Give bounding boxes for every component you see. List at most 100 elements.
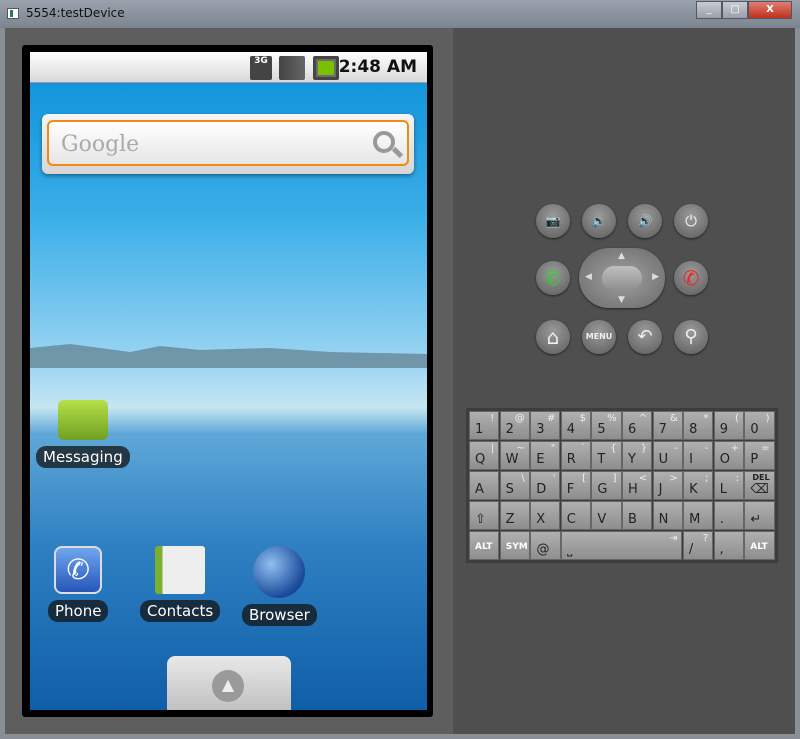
home-button[interactable]: ⌂ bbox=[536, 320, 570, 354]
key[interactable]: 7 & bbox=[652, 411, 683, 440]
key[interactable]: Z bbox=[499, 501, 530, 530]
key-label: R bbox=[566, 452, 576, 467]
key[interactable]: G] bbox=[591, 471, 622, 500]
key-alt-label: : bbox=[735, 473, 739, 484]
contacts-icon bbox=[155, 546, 206, 594]
key[interactable]: @ bbox=[530, 531, 561, 560]
key[interactable]: 9( bbox=[713, 411, 744, 440]
key-label: ALT bbox=[750, 542, 768, 552]
search-button[interactable]: ⚲ bbox=[674, 320, 708, 354]
app-label: Browser bbox=[242, 604, 317, 626]
keyboard-row: ALT SYM @ ⎵ ⇥ /?, ALT bbox=[469, 531, 775, 561]
key[interactable]: S \ bbox=[499, 471, 530, 500]
key-label: ALT bbox=[475, 542, 493, 552]
key[interactable]: A bbox=[469, 471, 500, 500]
power-button[interactable]: ⏻ bbox=[674, 204, 708, 238]
key[interactable]: V bbox=[591, 501, 622, 530]
device-screen[interactable]: 3G 2:48 AM Google Messaging ✆ Phone Cont… bbox=[30, 52, 427, 710]
back-button[interactable]: ↶ bbox=[628, 320, 662, 354]
key[interactable]: M bbox=[683, 501, 714, 530]
key[interactable]: /? bbox=[682, 531, 714, 560]
key[interactable]: , bbox=[713, 531, 744, 560]
volume-up-button[interactable]: 🔊 bbox=[628, 204, 662, 238]
key[interactable]: ⇧ bbox=[469, 501, 500, 530]
key[interactable]: ALT bbox=[744, 531, 775, 560]
status-bar[interactable]: 3G 2:48 AM bbox=[30, 52, 427, 83]
key-alt-label: * bbox=[703, 413, 709, 424]
key-label: L bbox=[719, 482, 727, 497]
key-label: D bbox=[536, 482, 547, 497]
key[interactable]: O + bbox=[713, 441, 744, 470]
key[interactable]: 2 @ bbox=[499, 411, 530, 440]
key[interactable]: Q | bbox=[469, 441, 500, 470]
key-label: U bbox=[658, 452, 669, 467]
key-label: 3 bbox=[536, 422, 545, 437]
key[interactable]: P = bbox=[744, 441, 775, 470]
dpad-right[interactable]: ▶ bbox=[652, 272, 659, 282]
key-alt-label: { bbox=[610, 443, 617, 454]
key[interactable]: N bbox=[652, 501, 683, 530]
key[interactable]: 6 ^ bbox=[621, 411, 653, 440]
key[interactable]: ⎵ ⇥ bbox=[561, 531, 683, 560]
key[interactable]: H < bbox=[621, 471, 653, 500]
key-alt-label: # bbox=[547, 413, 556, 424]
key[interactable]: ⌫ DEL bbox=[744, 471, 775, 500]
end-call-button[interactable]: ✆ bbox=[674, 261, 708, 295]
dpad[interactable]: ▲ ▼ ◀ ▶ bbox=[579, 248, 665, 308]
key[interactable]: E " bbox=[530, 441, 561, 470]
app-phone[interactable]: ✆ Phone bbox=[48, 546, 109, 622]
app-label: Phone bbox=[48, 600, 109, 622]
key[interactable]: B bbox=[621, 501, 653, 530]
app-messaging[interactable]: Messaging bbox=[36, 400, 130, 468]
key[interactable]: T{ bbox=[591, 441, 622, 470]
app-browser[interactable]: Browser bbox=[242, 546, 317, 626]
key-label: Z bbox=[505, 512, 515, 527]
key[interactable]: 3 # bbox=[530, 411, 561, 440]
key-alt-label: ; bbox=[704, 473, 709, 484]
volume-down-button[interactable]: 🔉 bbox=[582, 204, 616, 238]
key[interactable]: U- bbox=[652, 441, 683, 470]
app-drawer-handle[interactable]: ▲ bbox=[167, 656, 291, 710]
key[interactable]: SYM bbox=[499, 531, 531, 560]
minimize-button[interactable]: _ bbox=[696, 1, 722, 19]
dpad-left[interactable]: ◀ bbox=[585, 272, 592, 282]
key[interactable]: L: bbox=[713, 471, 744, 500]
key-label: H bbox=[627, 482, 638, 497]
key-label: G bbox=[597, 482, 608, 497]
key[interactable]: 5% bbox=[591, 411, 622, 440]
key[interactable]: Y} bbox=[621, 441, 653, 470]
key[interactable]: 1! bbox=[469, 411, 500, 440]
dpad-up[interactable]: ▲ bbox=[618, 251, 625, 261]
key[interactable]: R ` bbox=[560, 441, 591, 470]
key-label: K bbox=[689, 482, 698, 497]
key[interactable]: C bbox=[560, 501, 591, 530]
search-icon[interactable] bbox=[373, 131, 395, 153]
menu-button[interactable]: MENU bbox=[582, 320, 616, 354]
key[interactable]: X bbox=[530, 501, 561, 530]
key[interactable]: . bbox=[713, 501, 744, 530]
key[interactable]: ↵ bbox=[744, 501, 775, 530]
key-label: 9 bbox=[719, 422, 729, 437]
maximize-button[interactable]: □ bbox=[722, 1, 748, 19]
google-search-widget[interactable]: Google bbox=[42, 114, 414, 174]
key[interactable]: 4 $ bbox=[560, 411, 591, 440]
key[interactable]: I- bbox=[683, 441, 714, 470]
dpad-center[interactable] bbox=[602, 266, 642, 290]
key[interactable]: 0) bbox=[744, 411, 775, 440]
call-button[interactable]: ✆ bbox=[536, 261, 570, 295]
key-label: W bbox=[505, 452, 519, 467]
key-label: I bbox=[689, 452, 693, 467]
key[interactable]: K; bbox=[683, 471, 714, 500]
key-alt-label: ( bbox=[735, 413, 739, 424]
dpad-down[interactable]: ▼ bbox=[618, 295, 625, 305]
key[interactable]: F[ bbox=[560, 471, 591, 500]
search-input[interactable]: Google bbox=[47, 120, 409, 166]
key[interactable]: W ~ bbox=[499, 441, 530, 470]
key[interactable]: 8 * bbox=[683, 411, 714, 440]
key[interactable]: D ' bbox=[530, 471, 561, 500]
close-button[interactable]: X bbox=[748, 1, 792, 19]
camera-button[interactable]: 📷 bbox=[536, 204, 570, 238]
key[interactable]: J > bbox=[652, 471, 683, 500]
app-contacts[interactable]: Contacts bbox=[140, 546, 221, 622]
key[interactable]: ALT bbox=[469, 531, 500, 560]
